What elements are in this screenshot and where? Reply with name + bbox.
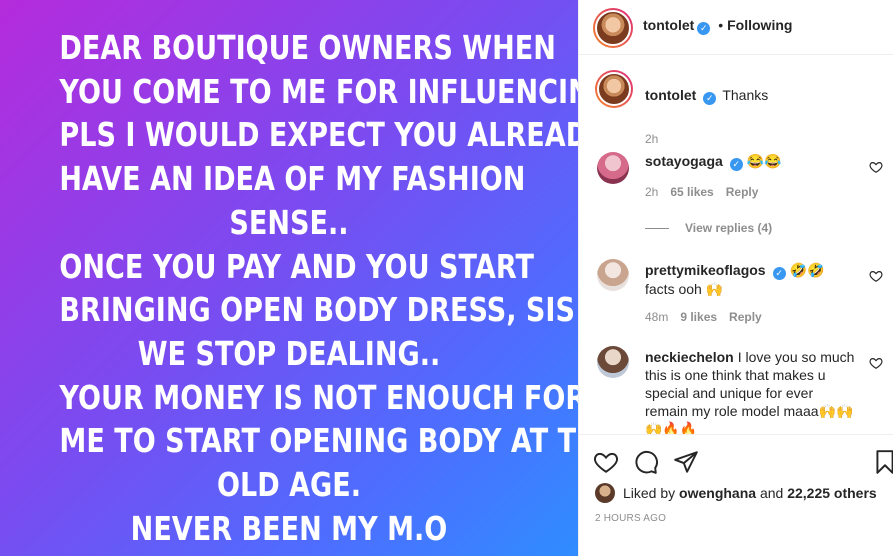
verified-badge-icon: ✓ bbox=[729, 158, 743, 171]
author-avatar[interactable] bbox=[593, 8, 633, 48]
comment-username[interactable]: neckiechelon bbox=[645, 349, 734, 365]
reply-button[interactable]: Reply bbox=[726, 185, 759, 199]
comment-meta: 48m 9 likes Reply bbox=[645, 310, 774, 324]
comment-username[interactable]: prettymikeoflagos bbox=[645, 262, 766, 278]
comment-item: neckiechelon I love you so much this is o… bbox=[595, 346, 885, 434]
post-text-line: SENSE.. bbox=[229, 202, 349, 242]
comment-likes[interactable]: 9 likes bbox=[680, 310, 717, 324]
following-button[interactable]: Following bbox=[727, 17, 792, 33]
post-side-panel: tontolet ✓ • Following tontolet ✓ Thanks 2h … bbox=[578, 0, 893, 556]
view-replies-button[interactable]: View replies (4) bbox=[645, 221, 772, 235]
post-text-line: YOUR MONEY IS NOT ENOUCH FOR bbox=[59, 377, 587, 417]
commenter-avatar[interactable] bbox=[597, 346, 629, 378]
caption-meta: 2h bbox=[645, 132, 670, 146]
liked-by-prefix: Liked by bbox=[623, 485, 676, 501]
comment-text-block: neckiechelon I love you so much this is o… bbox=[645, 348, 855, 434]
post-text-line: BRINGING OPEN BODY DRESS, SIS bbox=[59, 290, 575, 330]
post-text-line: ME TO START OPENING BODY AT THIS bbox=[59, 421, 629, 461]
comment-item: prettymikeoflagos ✓ 🤣🤣 facts ooh 🙌 48m 9 li… bbox=[595, 259, 885, 329]
comment-time[interactable]: 2h bbox=[645, 185, 658, 199]
comment-heart-icon[interactable] bbox=[869, 356, 883, 370]
post-timestamp[interactable]: 2 HOURS AGO bbox=[595, 513, 666, 524]
comment-text: 😂😂 bbox=[746, 153, 782, 169]
comment-item: sotayogaga ✓ 😂😂 2h 65 likes Reply bbox=[595, 152, 885, 232]
post-text-line: PLS I WOULD EXPECT YOU ALREADY bbox=[59, 115, 606, 155]
liked-by-count[interactable]: 22,225 others bbox=[787, 485, 877, 501]
caption-text: Thanks bbox=[722, 87, 769, 103]
post-text-line: NEVER BEEN MY M.O bbox=[130, 508, 448, 548]
post-text-line: WE STOP DEALING.. bbox=[137, 333, 441, 373]
liker-avatar[interactable] bbox=[595, 483, 615, 503]
caption-time[interactable]: 2h bbox=[645, 132, 658, 146]
post-text-line: ONCE YOU PAY AND YOU START bbox=[59, 246, 534, 286]
author-username[interactable]: tontolet bbox=[643, 17, 694, 33]
liked-by-and: and bbox=[759, 485, 784, 501]
separator-dot: • bbox=[718, 17, 724, 33]
post-text: DEAR BOUTIQUE OWNERS WHEN YOU COME TO ME… bbox=[59, 26, 629, 550]
post-text-line: YOU COME TO ME FOR INFLUENCING, bbox=[59, 71, 624, 111]
view-replies-line bbox=[645, 228, 669, 230]
comment-icon[interactable] bbox=[633, 449, 659, 475]
verified-badge-icon: ✓ bbox=[772, 267, 786, 280]
commenter-avatar[interactable] bbox=[597, 152, 629, 184]
bookmark-icon[interactable] bbox=[872, 449, 893, 475]
post-image[interactable]: DEAR BOUTIQUE OWNERS WHEN YOU COME TO ME… bbox=[0, 0, 629, 556]
caption-avatar[interactable] bbox=[595, 70, 633, 108]
header-info: tontolet ✓ • Following bbox=[643, 17, 792, 35]
post-header: tontolet ✓ • Following bbox=[579, 0, 893, 55]
caption-text-block: tontolet ✓ Thanks bbox=[645, 86, 768, 105]
share-icon[interactable] bbox=[673, 449, 699, 475]
verified-badge-icon: ✓ bbox=[703, 92, 717, 105]
comment-heart-icon[interactable] bbox=[869, 160, 883, 174]
verified-badge-icon: ✓ bbox=[697, 22, 711, 35]
caption-username[interactable]: tontolet bbox=[645, 87, 696, 103]
post-actions: Liked by owenghana and 22,225 others 2 H… bbox=[579, 434, 893, 556]
view-replies-label: View replies (4) bbox=[685, 221, 773, 235]
liked-by-user[interactable]: owenghana bbox=[679, 485, 756, 501]
heart-icon[interactable] bbox=[593, 449, 619, 475]
post-text-line: DEAR BOUTIQUE OWNERS WHEN bbox=[59, 28, 556, 67]
comments-list[interactable]: tontolet ✓ Thanks 2h sotayogaga ✓ 😂😂 2h 65 li… bbox=[579, 56, 893, 434]
post-text-line: OLD AGE. bbox=[216, 465, 362, 505]
comment-username[interactable]: sotayogaga bbox=[645, 153, 723, 169]
comment-meta: 2h 65 likes Reply bbox=[645, 185, 770, 199]
liked-by: Liked by owenghana and 22,225 others bbox=[595, 483, 877, 503]
reply-button[interactable]: Reply bbox=[729, 310, 762, 324]
comment-likes[interactable]: 65 likes bbox=[670, 185, 713, 199]
comment-heart-icon[interactable] bbox=[869, 269, 883, 283]
comment-text-block: prettymikeoflagos ✓ 🤣🤣 facts ooh 🙌 bbox=[645, 261, 850, 298]
comment-text-block: sotayogaga ✓ 😂😂 bbox=[645, 152, 782, 171]
comment-time[interactable]: 48m bbox=[645, 310, 668, 324]
post-text-line: HAVE AN IDEA OF MY FASHION bbox=[59, 159, 526, 199]
commenter-avatar[interactable] bbox=[597, 259, 629, 291]
